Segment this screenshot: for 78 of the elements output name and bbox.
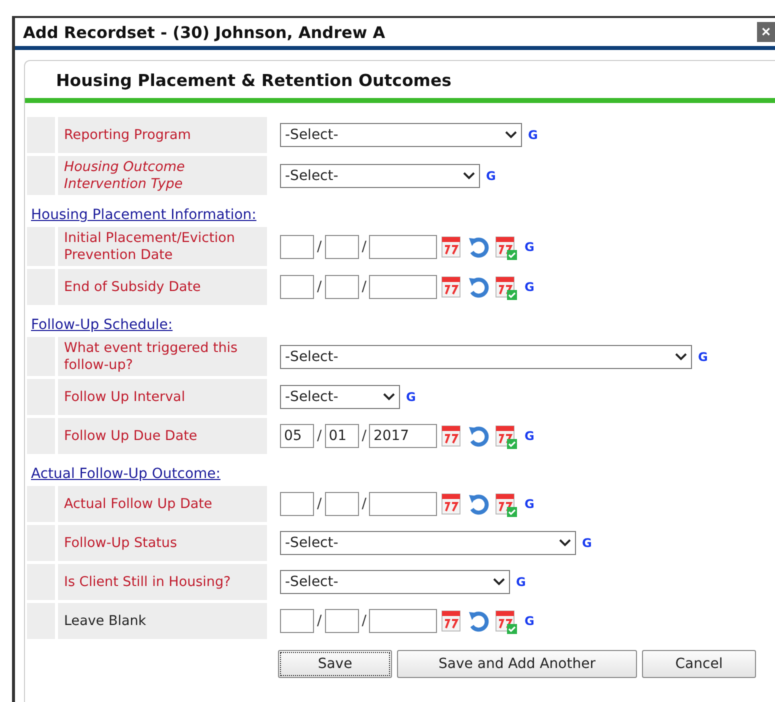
field-label: Actual Follow Up Date [64, 496, 212, 512]
panel-title: Housing Placement & Retention Outcomes [56, 71, 452, 90]
day-field[interactable] [324, 234, 359, 258]
field-label: Housing Outcome Intervention Type [64, 158, 186, 192]
section-link[interactable]: Actual Follow-Up Outcome: [31, 466, 220, 482]
select-dropdown[interactable]: -Select- [280, 385, 400, 409]
field-label: Follow Up Due Date [64, 428, 198, 444]
refresh-icon[interactable] [467, 424, 492, 448]
select-dropdown[interactable]: -Select- [280, 123, 522, 147]
form-button[interactable]: Save and Add Another [397, 650, 637, 678]
year-field[interactable] [369, 275, 438, 299]
dropdown-caret-icon [493, 578, 505, 586]
dropdown-caret-icon [383, 393, 395, 401]
g-link[interactable]: G [524, 614, 534, 628]
field-label: Leave Blank [64, 612, 146, 630]
field-label: Initial Placement/Eviction Prevention Date [64, 230, 236, 264]
month-field[interactable] [280, 275, 314, 299]
close-button[interactable]: ✕ [757, 22, 775, 42]
date-separator: / [317, 238, 322, 254]
calendar-check-icon[interactable] [494, 274, 518, 300]
g-link[interactable]: G [406, 390, 416, 404]
form-button[interactable]: Cancel [642, 650, 756, 678]
dropdown-caret-icon [505, 131, 517, 139]
window-title: Add Recordset - (30) Johnson, Andrew A [23, 22, 386, 42]
select-dropdown[interactable]: -Select- [280, 344, 692, 368]
g-link[interactable]: G [528, 128, 538, 142]
field-label: Reporting Program [64, 126, 191, 144]
calendar-check-icon[interactable] [494, 608, 518, 634]
month-field[interactable]: 05 [280, 424, 314, 448]
refresh-icon[interactable] [467, 234, 492, 258]
section-link[interactable]: Housing Placement Information: [31, 207, 256, 223]
month-field[interactable] [280, 492, 314, 516]
section-link[interactable]: Follow-Up Schedule: [31, 317, 173, 333]
day-field[interactable] [324, 609, 359, 633]
day-field[interactable] [324, 275, 359, 299]
day-field[interactable]: 01 [324, 424, 359, 448]
g-link[interactable]: G [486, 168, 496, 182]
day-field[interactable] [324, 492, 359, 516]
select-dropdown[interactable]: -Select- [280, 570, 510, 594]
field-label: Follow Up Interval [64, 388, 186, 406]
field-label: Is Client Still in Housing? [64, 574, 231, 590]
g-link[interactable]: G [698, 350, 708, 364]
calendar-check-icon[interactable] [494, 234, 518, 260]
field-label: What event triggered this follow-up? [64, 340, 239, 374]
g-link[interactable]: G [524, 497, 534, 511]
field-label: End of Subsidy Date [64, 278, 201, 296]
g-link[interactable]: G [524, 429, 534, 443]
year-field[interactable] [369, 234, 438, 258]
date-separator: / [317, 496, 322, 512]
date-separator: / [362, 613, 366, 629]
year-field[interactable]: 2017 [369, 424, 438, 448]
date-separator: / [317, 279, 322, 295]
year-field[interactable] [369, 609, 438, 633]
refresh-icon[interactable] [467, 609, 492, 633]
refresh-icon[interactable] [467, 275, 492, 299]
date-separator: / [317, 613, 322, 629]
form-button[interactable]: Save [278, 650, 392, 678]
date-separator: / [317, 428, 322, 444]
refresh-icon[interactable] [467, 492, 492, 516]
dropdown-caret-icon [559, 539, 571, 547]
date-separator: / [362, 279, 366, 295]
date-separator: / [362, 496, 366, 512]
month-field[interactable] [280, 234, 314, 258]
g-link[interactable]: G [582, 536, 592, 550]
select-dropdown[interactable]: -Select- [280, 164, 480, 188]
g-link[interactable]: G [524, 280, 534, 294]
dropdown-caret-icon [675, 352, 687, 360]
date-separator: / [362, 238, 366, 254]
g-link[interactable]: G [516, 575, 526, 589]
field-label: Follow-Up Status [64, 534, 177, 552]
date-separator: / [362, 428, 366, 444]
year-field[interactable] [369, 492, 438, 516]
calendar-check-icon[interactable] [494, 491, 518, 517]
g-link[interactable]: G [524, 240, 534, 254]
dropdown-caret-icon [463, 172, 475, 180]
month-field[interactable] [280, 609, 314, 633]
select-dropdown[interactable]: -Select- [280, 531, 576, 555]
calendar-check-icon[interactable] [494, 423, 518, 449]
